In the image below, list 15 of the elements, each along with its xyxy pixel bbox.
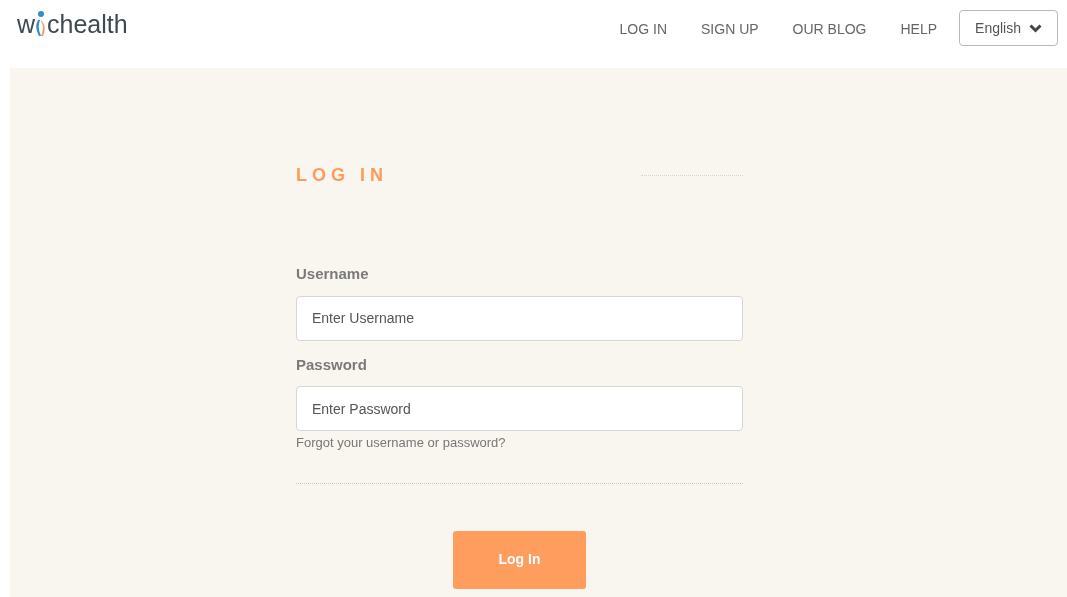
field-label: Username xyxy=(296,264,370,284)
logo-text: chealth xyxy=(47,12,128,37)
page-title: LOG IN xyxy=(296,164,388,187)
input-field[interactable]: Enter Password xyxy=(296,386,743,431)
nav-link[interactable]: HELP xyxy=(900,18,938,40)
chevron-down-icon xyxy=(1029,23,1042,33)
person-logo-icon xyxy=(35,11,48,37)
nav-link[interactable]: LOG IN xyxy=(619,18,667,40)
nav-link[interactable]: SIGN UP xyxy=(701,18,759,40)
forgot-credentials-link[interactable]: Forgot your username or password? xyxy=(296,433,506,453)
nav-link[interactable]: OUR BLOG xyxy=(792,18,867,40)
field-label: Password xyxy=(296,354,368,375)
input-field[interactable]: Enter Username xyxy=(296,295,743,341)
logo-text: w xyxy=(17,12,36,37)
language-dropdown[interactable]: English xyxy=(959,10,1058,46)
